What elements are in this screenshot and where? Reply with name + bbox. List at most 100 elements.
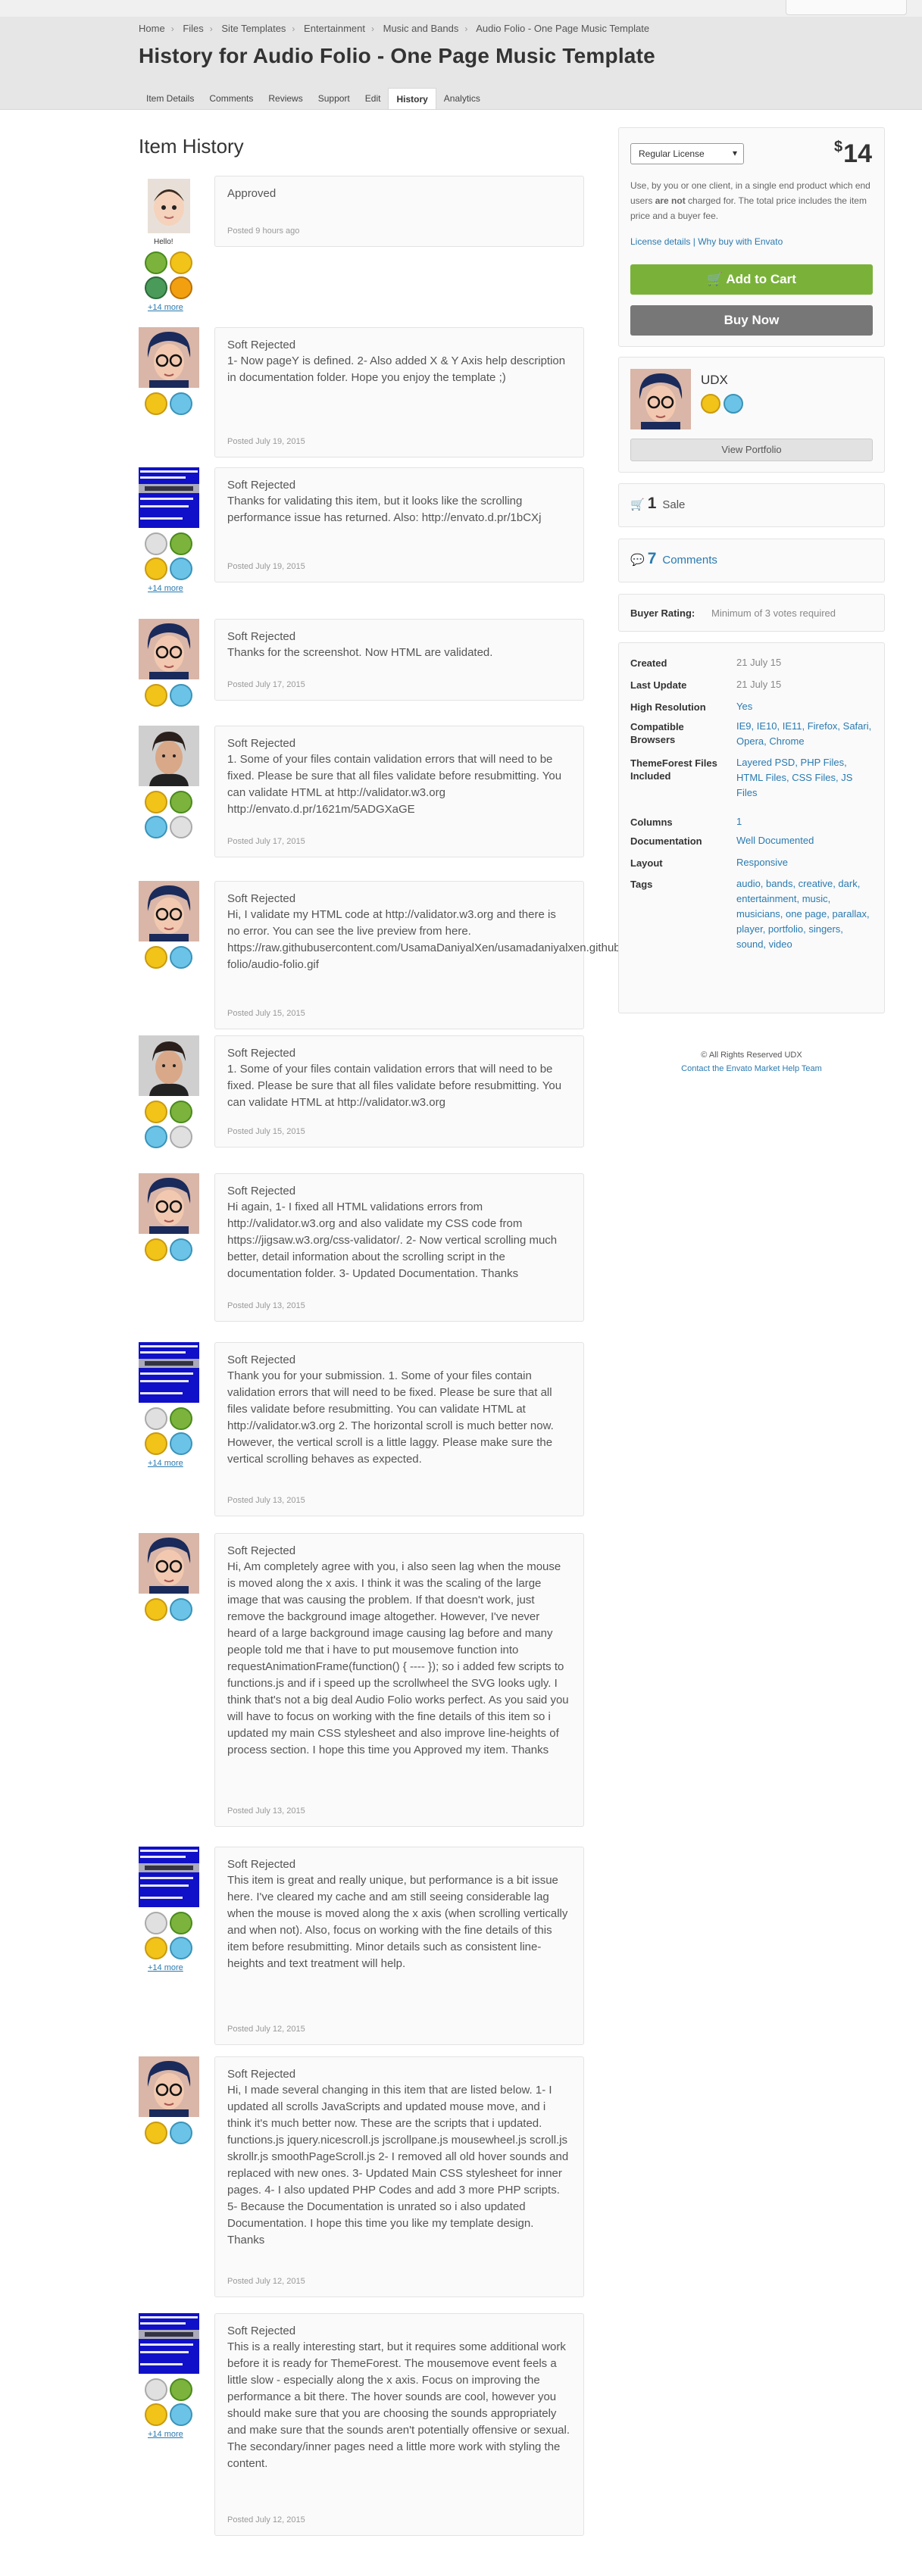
license-select[interactable]: Regular License: [630, 143, 744, 164]
leaf-badge-icon: [170, 1407, 192, 1430]
more-badges-link[interactable]: +14 more: [148, 1459, 183, 1468]
globe-badge-icon: [170, 1937, 192, 1959]
reviewer-avatar[interactable]: [139, 467, 199, 528]
leaf-badge-icon: [170, 2378, 192, 2401]
reviewer-badges: [145, 251, 198, 299]
breadcrumb-item[interactable]: Audio Folio - One Page Music Template: [476, 23, 649, 34]
reviewer-badges: [145, 1598, 198, 1621]
history-card: Soft Rejected Hi, I made several changing…: [214, 2056, 584, 2297]
sales-stat: 🛒 1 Sale: [630, 495, 686, 512]
reviewer-badges: [145, 392, 198, 415]
face-badge-icon: [145, 1101, 167, 1123]
breadcrumb-files[interactable]: Files: [183, 23, 203, 34]
history-card: Approved Posted 9 hours ago: [214, 176, 584, 247]
reviewer-avatar[interactable]: [139, 1533, 199, 1594]
license-details-link[interactable]: License details: [630, 236, 690, 247]
status-label: Soft Rejected: [227, 2068, 296, 2081]
purchase-box: Regular License $14 Use, by you or one c…: [618, 127, 885, 347]
comments-stat[interactable]: 💬 7 Comments: [630, 550, 717, 568]
more-badges-link[interactable]: +14 more: [148, 2430, 183, 2439]
more-badges-link[interactable]: +14 more: [148, 1963, 183, 1972]
history-message: This item is great and really unique, bu…: [227, 1874, 568, 1970]
item-price: $14: [834, 139, 872, 168]
reviewer-avatar[interactable]: [139, 176, 199, 236]
buy-now-button[interactable]: Buy Now: [630, 305, 873, 336]
attribute-value[interactable]: audio, bands, creative, dark, entertainm…: [736, 876, 873, 952]
breadcrumb-home[interactable]: Home: [139, 23, 165, 34]
posted-date: Posted July 13, 2015: [227, 1496, 305, 1505]
diamond-badge-icon: [170, 684, 192, 707]
reviewer-avatar[interactable]: [139, 1173, 199, 1234]
paw-badge-icon: [145, 1238, 167, 1261]
license-description: Use, by you or one client, in a single e…: [630, 180, 870, 221]
diamond-badge-icon: [145, 1126, 167, 1148]
more-badges-link[interactable]: +14 more: [148, 584, 183, 593]
breadcrumb-entertainment[interactable]: Entertainment: [304, 23, 365, 34]
reviewer-avatar[interactable]: [139, 881, 199, 941]
add-to-cart-button[interactable]: 🛒 Add to Cart: [630, 264, 873, 295]
breadcrumb-site-templates[interactable]: Site Templates: [221, 23, 286, 34]
attribute-value: 21 July 15: [736, 657, 782, 668]
avatar-caption: Hello!: [154, 238, 173, 246]
chevron-right-icon: ›: [370, 23, 374, 34]
attribute-value[interactable]: IE9, IE10, IE11, Firefox, Safari, Opera,…: [736, 719, 873, 749]
tab-reviews[interactable]: Reviews: [261, 88, 310, 109]
reviewer-badges: [145, 1101, 198, 1148]
face-badge-icon: [145, 2403, 167, 2426]
paw-badge-icon: [145, 392, 167, 415]
paw-badge-icon: [145, 2122, 167, 2144]
history-card: Soft Rejected Thanks for the screenshot. …: [214, 619, 584, 701]
tab-item-details[interactable]: Item Details: [139, 88, 202, 109]
why-envato-link[interactable]: Why buy with Envato: [698, 236, 783, 247]
tab-edit[interactable]: Edit: [358, 88, 389, 109]
reviewer-avatar[interactable]: [139, 2313, 199, 2374]
breadcrumb-music-bands[interactable]: Music and Bands: [383, 23, 459, 34]
paw-badge-icon: [145, 946, 167, 969]
tab-support[interactable]: Support: [311, 88, 358, 109]
page-title: History for Audio Folio - One Page Music…: [139, 44, 655, 67]
diamond-badge-icon: [170, 392, 192, 415]
reviewer-avatar[interactable]: [139, 726, 199, 786]
history-entry: +14 more Soft Rejected This is a really in…: [139, 2313, 586, 2536]
status-label: Soft Rejected: [227, 892, 296, 905]
view-portfolio-button[interactable]: View Portfolio: [630, 439, 873, 461]
cart-icon: 🛒: [707, 272, 727, 286]
author-box: UDX View Portfolio: [618, 357, 885, 473]
face-badge-icon: [145, 557, 167, 580]
reviewer-badges: [145, 791, 198, 838]
tab-history[interactable]: History: [388, 88, 436, 109]
diamond-badge-icon: [170, 1598, 192, 1621]
face-badge-icon: [145, 791, 167, 813]
top-account-button[interactable]: [786, 0, 907, 15]
status-label: Soft Rejected: [227, 630, 296, 643]
tab-comments[interactable]: Comments: [202, 88, 261, 109]
attribute-value[interactable]: Layered PSD, PHP Files, HTML Files, CSS …: [736, 755, 873, 801]
tab-analytics[interactable]: Analytics: [436, 88, 488, 109]
reviewer-avatar[interactable]: [139, 1035, 199, 1096]
more-badges-link[interactable]: +14 more: [148, 303, 183, 312]
status-label: Soft Rejected: [227, 1858, 296, 1871]
reviewer-avatar[interactable]: [139, 619, 199, 679]
attribute-label: Layout: [630, 857, 663, 869]
history-entry: Soft Rejected Thanks for the screenshot. …: [139, 619, 586, 707]
attribute-value[interactable]: Responsive: [736, 855, 873, 870]
reviewer-avatar[interactable]: [139, 1847, 199, 1907]
attribute-value[interactable]: Yes: [736, 699, 873, 714]
map-badge-icon: [145, 276, 167, 299]
posted-date: Posted July 12, 2015: [227, 2025, 305, 2034]
reviewer-avatar[interactable]: [139, 2056, 199, 2117]
history-entry: Soft Rejected Hi, I made several changing…: [139, 2056, 586, 2297]
reviewer-avatar[interactable]: [139, 1342, 199, 1403]
top-bar: [0, 0, 922, 17]
sales-box: 🛒 1 Sale: [618, 483, 885, 527]
history-entry: Soft Rejected 1. Some of your files conta…: [139, 726, 586, 857]
footer: © All Rights Reserved UDX Contact the En…: [618, 1048, 885, 1076]
author-avatar[interactable]: [630, 369, 691, 429]
reviewer-avatar[interactable]: [139, 327, 199, 388]
attribute-label: ThemeForest Files Included: [630, 757, 717, 782]
contact-help-link[interactable]: Contact the Envato Market Help Team: [681, 1064, 822, 1073]
attribute-value[interactable]: Well Documented: [736, 833, 873, 848]
copyright: © All Rights Reserved UDX: [701, 1051, 802, 1060]
author-name[interactable]: UDX: [701, 373, 728, 388]
attribute-value[interactable]: 1: [736, 814, 873, 829]
